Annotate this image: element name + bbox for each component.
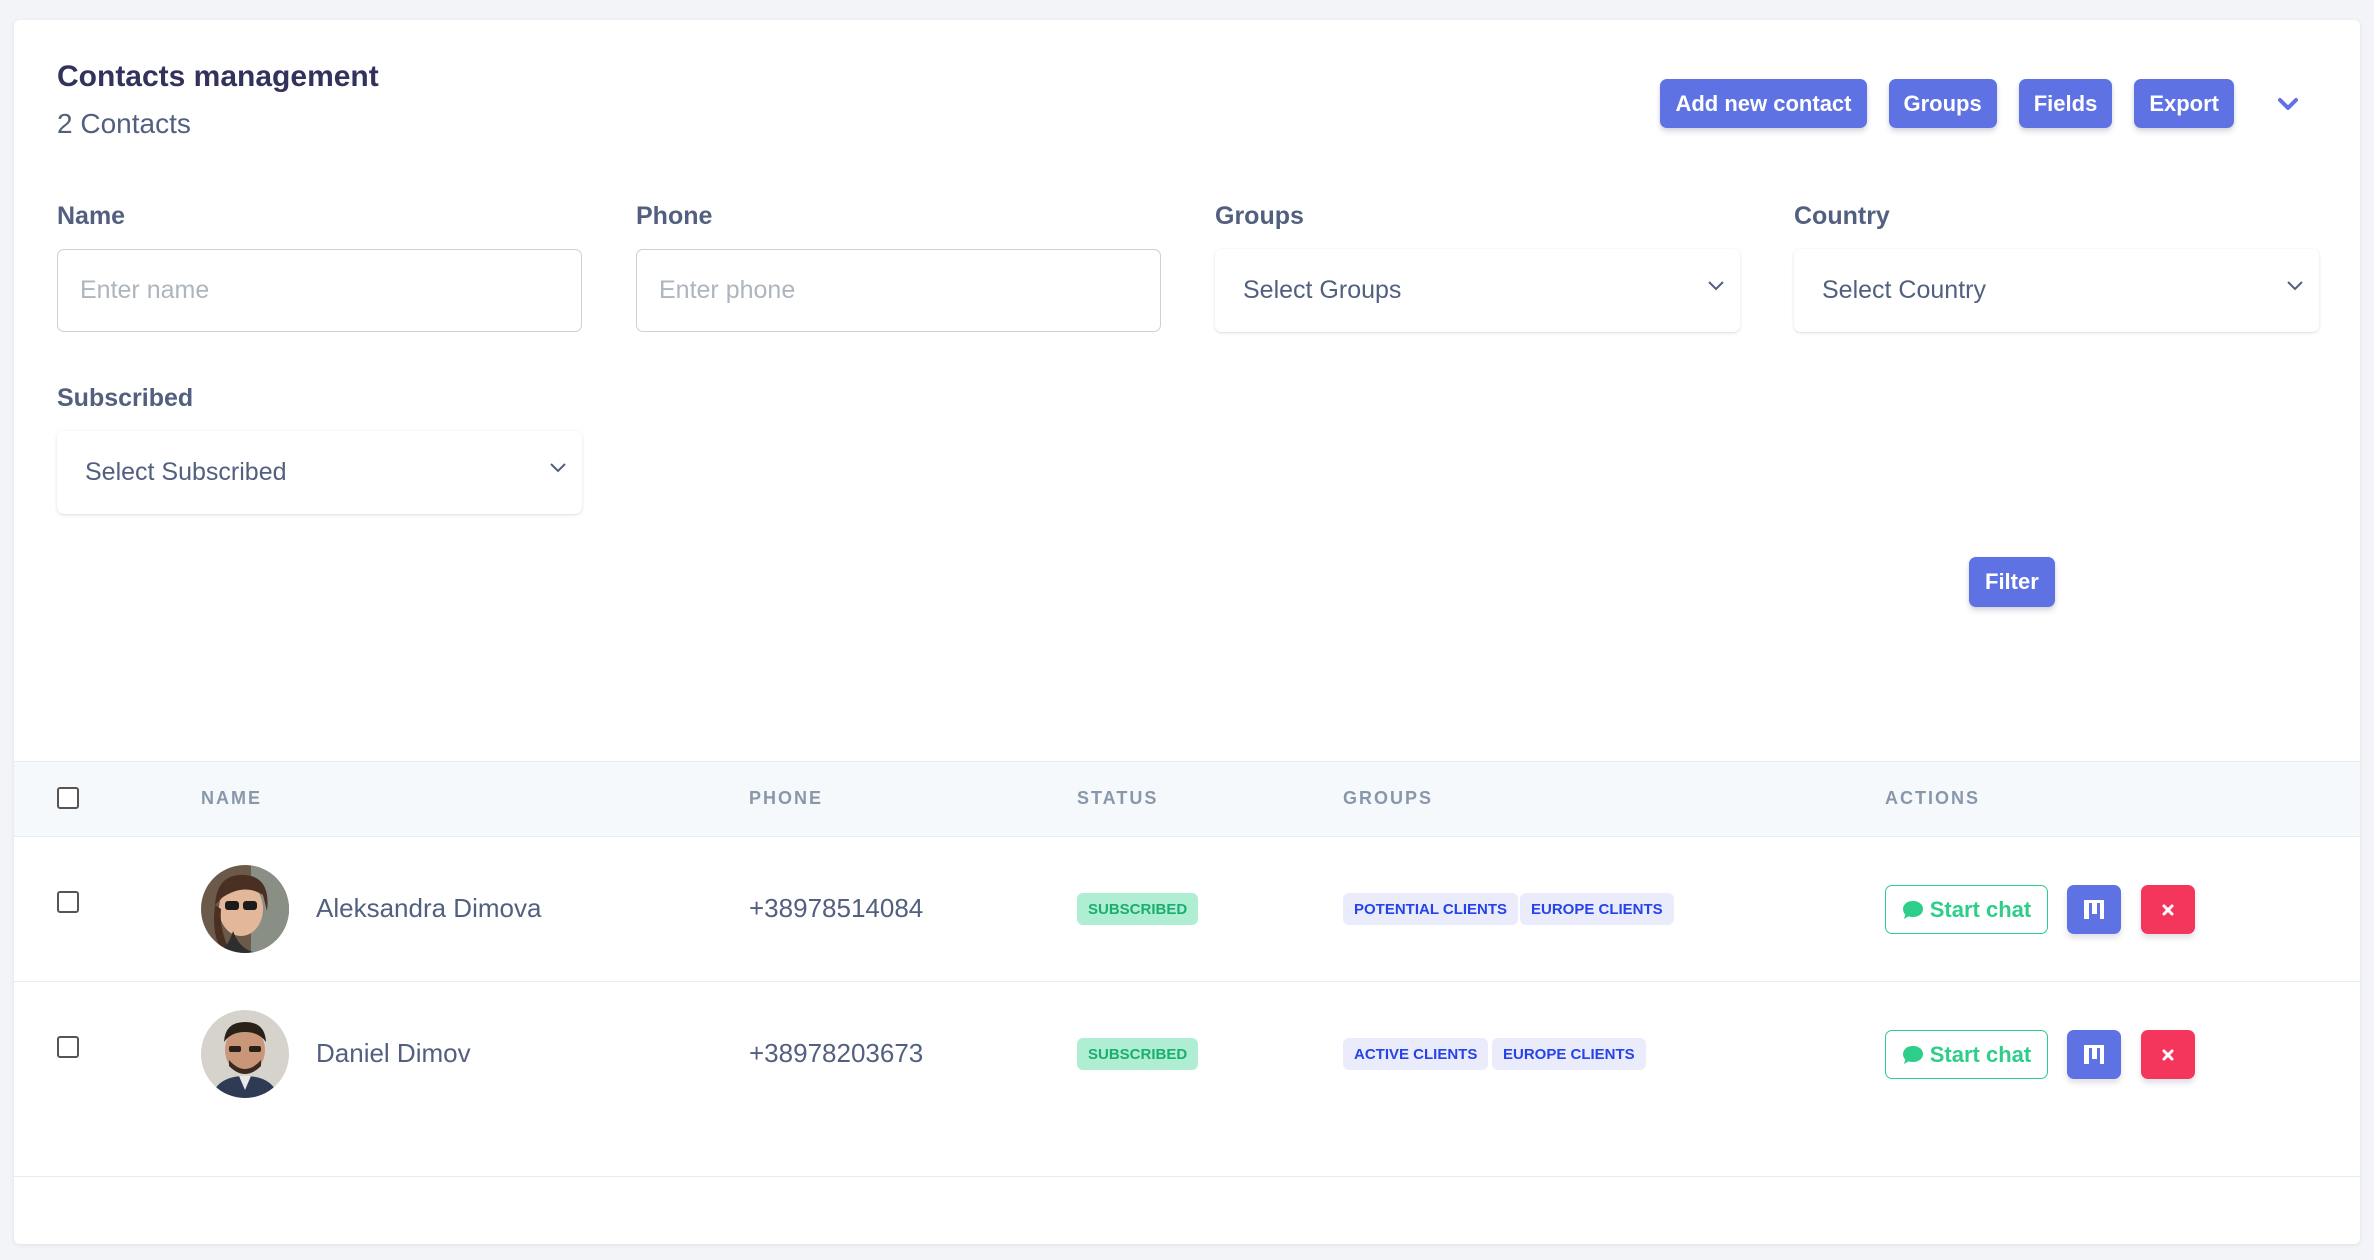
groups-button[interactable]: Groups: [1888, 79, 1997, 128]
phone-input[interactable]: [636, 249, 1161, 332]
chat-bubble-icon: [1902, 1045, 1923, 1064]
group-badge: POTENTIAL CLIENTS: [1343, 893, 1519, 925]
row-checkbox[interactable]: [57, 1036, 79, 1058]
edit-contact-button[interactable]: [2067, 1030, 2121, 1079]
chevron-down-icon: [550, 463, 566, 473]
country-label: Country: [1794, 202, 1890, 230]
chevron-down-icon: [1708, 281, 1724, 291]
contact-name: Daniel Dimov: [316, 1038, 471, 1068]
column-header-groups: GROUPS: [1343, 788, 1434, 808]
row-checkbox[interactable]: [57, 891, 79, 913]
subscribed-select[interactable]: Select Subscribed: [57, 431, 582, 514]
contacts-count: 2 Contacts: [57, 108, 191, 139]
subscribed-select-value: Select Subscribed: [85, 458, 287, 486]
column-header-phone: PHONE: [749, 788, 824, 808]
column-header-status: STATUS: [1077, 788, 1159, 808]
status-badge: SUBSCRIBED: [1077, 893, 1199, 925]
filter-button[interactable]: Filter: [1969, 557, 2055, 607]
edit-icon: [2084, 899, 2104, 919]
export-button[interactable]: Export: [2134, 79, 2234, 128]
table-row: Daniel Dimov +38978203673 SUBSCRIBED ACT…: [14, 982, 2360, 1177]
groups-select[interactable]: Select Groups: [1215, 249, 1740, 332]
page-title: Contacts management: [57, 60, 379, 93]
start-chat-button[interactable]: Start chat: [1885, 885, 2048, 934]
table-row: Aleksandra Dimova +38978514084 SUBSCRIBE…: [14, 837, 2360, 982]
start-chat-label: Start chat: [1929, 1041, 2032, 1067]
header-toolbar: Add new contact Groups Fields Export: [1660, 79, 2308, 128]
add-new-contact-button[interactable]: Add new contact: [1660, 79, 1867, 128]
fields-button[interactable]: Fields: [2018, 79, 2113, 128]
groups-select-value: Select Groups: [1243, 276, 1402, 304]
close-icon: [2162, 904, 2174, 915]
groups-label: Groups: [1215, 202, 1304, 230]
contacts-card: Contacts management 2 Contacts Add new c…: [14, 20, 2360, 1244]
chat-bubble-icon: [1902, 900, 1923, 919]
column-header-actions: ACTIONS: [1885, 788, 1980, 808]
avatar: [201, 1010, 289, 1098]
status-badge: SUBSCRIBED: [1077, 1038, 1199, 1070]
chevron-down-icon: [2278, 97, 2298, 110]
delete-contact-button[interactable]: [2141, 885, 2195, 934]
contact-phone: +38978203673: [749, 1038, 924, 1068]
name-input[interactable]: [57, 249, 582, 332]
chevron-down-icon: [2287, 281, 2303, 291]
country-select[interactable]: Select Country: [1794, 249, 2319, 332]
table-header: NAME PHONE STATUS GROUPS ACTIONS: [14, 761, 2360, 837]
edit-contact-button[interactable]: [2067, 885, 2121, 934]
delete-contact-button[interactable]: [2141, 1030, 2195, 1079]
name-label: Name: [57, 202, 126, 230]
subscribed-label: Subscribed: [57, 384, 194, 412]
start-chat-label: Start chat: [1929, 896, 2032, 922]
group-badge: EUROPE CLIENTS: [1492, 1038, 1646, 1070]
contact-name: Aleksandra Dimova: [316, 893, 542, 923]
group-badge: EUROPE CLIENTS: [1520, 893, 1674, 925]
select-all-checkbox[interactable]: [57, 787, 79, 809]
phone-label: Phone: [636, 202, 713, 230]
group-badge: ACTIVE CLIENTS: [1343, 1038, 1489, 1070]
column-header-name: NAME: [201, 788, 262, 808]
start-chat-button[interactable]: Start chat: [1885, 1030, 2048, 1079]
contact-phone: +38978514084: [749, 893, 924, 923]
edit-icon: [2084, 1044, 2104, 1064]
collapse-toggle[interactable]: [2268, 84, 2308, 124]
close-icon: [2162, 1049, 2174, 1060]
country-select-value: Select Country: [1822, 276, 1986, 304]
avatar: [201, 865, 289, 953]
